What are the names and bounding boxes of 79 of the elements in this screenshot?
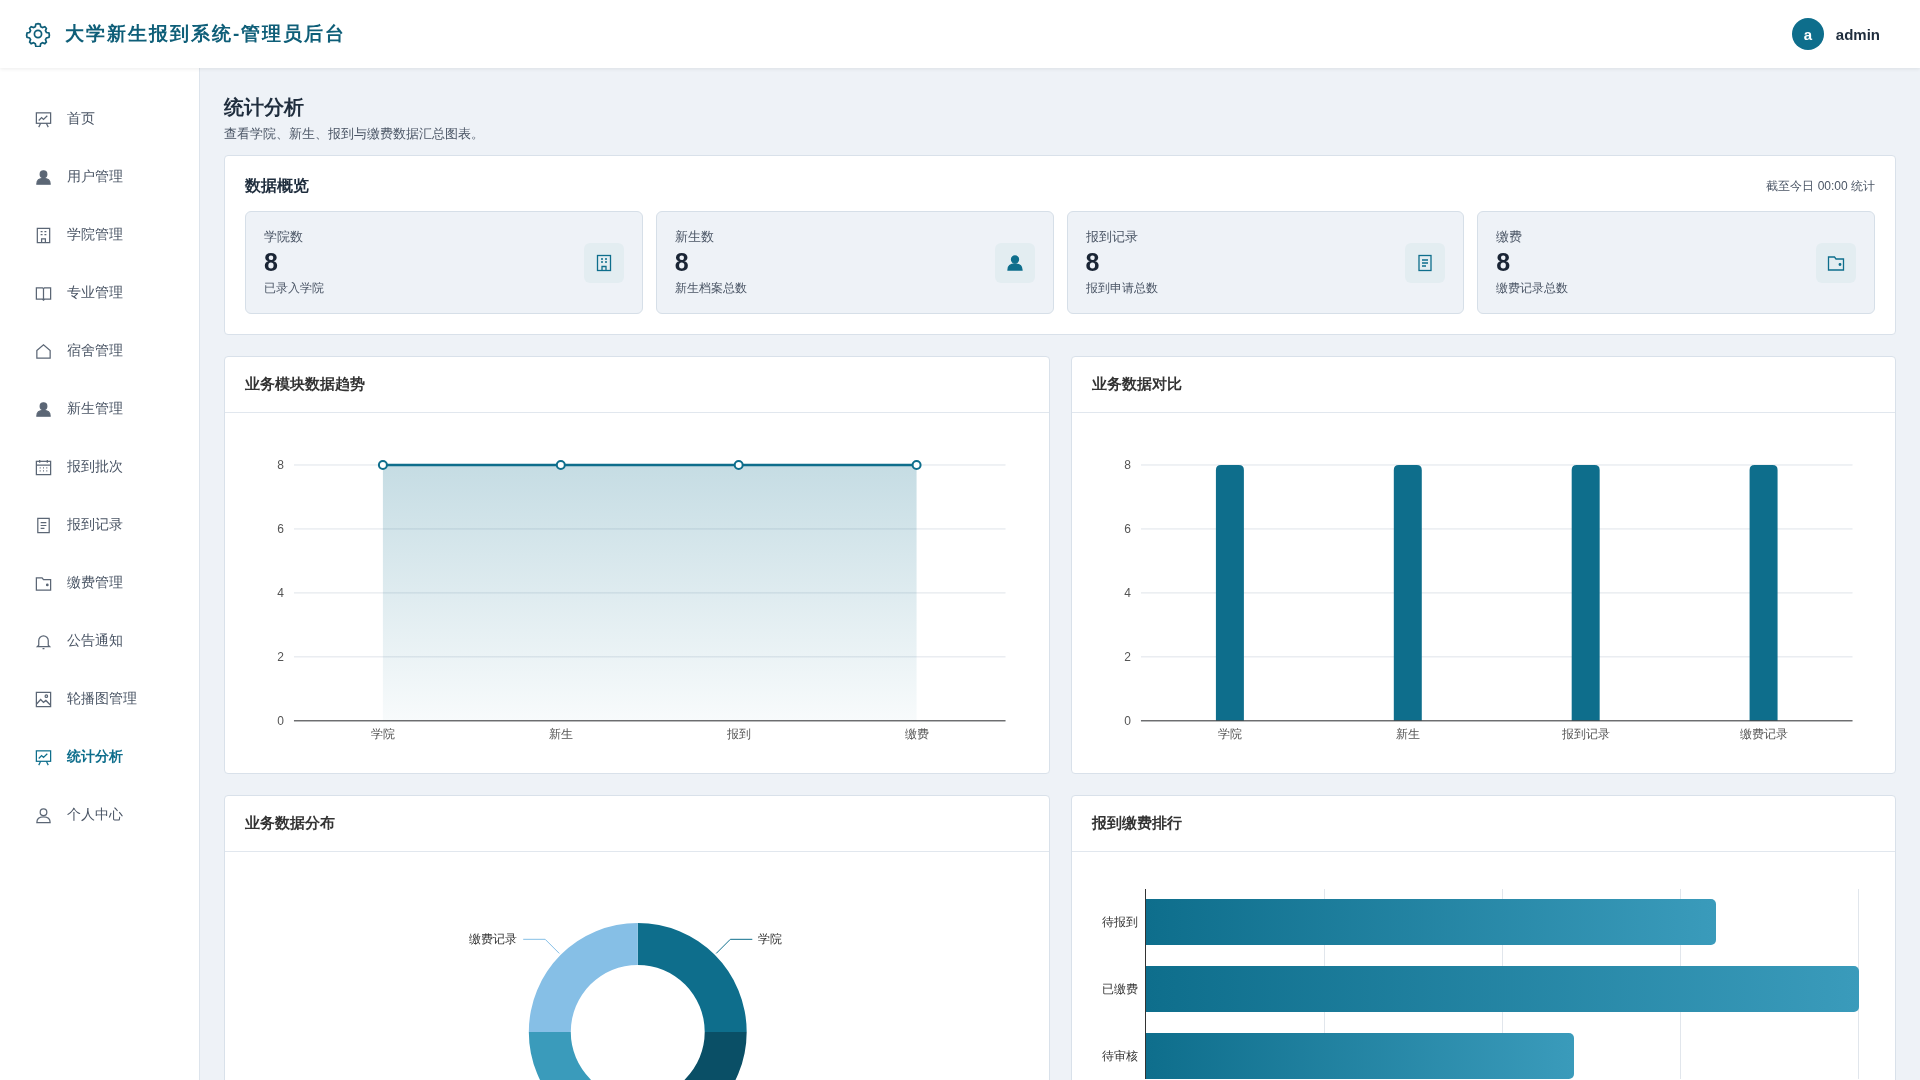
user-avatar[interactable]: a [1791, 18, 1824, 50]
sidebar-item[interactable]: 宿舍管理 [0, 329, 199, 373]
axis-label: 4 [1123, 585, 1131, 600]
sidebar-item[interactable]: 轮播图管理 [0, 677, 199, 721]
sidebar-item[interactable]: 缴费管理 [0, 561, 199, 605]
axis-label: 缴费 [904, 726, 929, 741]
sidebar-item[interactable]: 学院管理 [0, 213, 199, 257]
building-icon [34, 225, 53, 245]
sidebar-item[interactable]: 报到记录 [0, 503, 199, 547]
image-icon [34, 689, 53, 709]
leader-line [522, 938, 560, 954]
presentation-board-icon [34, 109, 53, 129]
sidebar-item[interactable]: 统计分析 [0, 735, 199, 779]
user-outline-icon [34, 805, 53, 825]
sidebar-item[interactable]: 公告通知 [0, 619, 199, 663]
axis-label: 0 [277, 713, 284, 728]
bar-label: 待审核 [1101, 1047, 1138, 1065]
slice-label: 缴费记录 [469, 932, 518, 947]
axis-label: 0 [1123, 713, 1131, 728]
card-title: 业务数据分布 [225, 796, 1049, 852]
data-point [733, 459, 744, 470]
axis-label: 报到 [726, 726, 751, 741]
stat-caption: 新生档案总数 [674, 279, 747, 297]
stat-value: 8 [1085, 249, 1101, 277]
building-icon [583, 242, 624, 283]
document-icon [34, 515, 53, 535]
axis-label: 新生 [548, 726, 573, 741]
axis-label: 2 [1123, 649, 1131, 664]
stat-label: 报到记录 [1085, 228, 1139, 247]
bar-label: 待报到 [1101, 913, 1138, 931]
page-subtitle: 查看学院、新生、报到与缴费数据汇总图表。 [224, 125, 485, 143]
axis-label: 新生 [1395, 726, 1420, 741]
data-point [911, 459, 922, 470]
user-name: admin [1835, 25, 1880, 43]
axis-label: 6 [277, 521, 284, 536]
stat-caption: 缴费记录总数 [1496, 279, 1569, 297]
sidebar-item[interactable]: 首页 [0, 97, 199, 141]
sidebar-item[interactable]: 专业管理 [0, 271, 199, 315]
axis-label: 8 [277, 457, 284, 472]
stat-value: 8 [674, 249, 690, 277]
card-title: 业务数据对比 [1071, 357, 1895, 413]
document-icon [1405, 242, 1446, 283]
card-title: 报到缴费排行 [1071, 796, 1895, 852]
axis-label: 8 [1123, 457, 1131, 472]
stat-caption: 报到申请总数 [1085, 279, 1158, 297]
app-title: 大学新生报到系统-管理员后台 [65, 22, 347, 46]
settings-icon [25, 21, 51, 47]
section-title: 数据概览 [245, 176, 309, 196]
user-icon [34, 399, 53, 419]
user-icon [34, 167, 53, 187]
stat-value: 8 [1496, 249, 1512, 277]
calendar-icon [34, 457, 53, 477]
house-icon [34, 341, 53, 361]
stat-label: 学院数 [264, 228, 304, 247]
axis-label: 6 [1123, 521, 1131, 536]
presentation-board-icon [34, 747, 53, 767]
axis-label: 缴费记录 [1739, 726, 1788, 741]
stat-label: 缴费 [1496, 228, 1524, 247]
axis-label: 学院 [370, 726, 395, 741]
stat-label: 新生数 [674, 228, 715, 247]
axis-label: 报到记录 [1561, 726, 1610, 741]
sidebar-item[interactable]: 新生管理 [0, 387, 199, 431]
stat-value: 8 [264, 249, 279, 277]
sidebar-item[interactable]: 个人中心 [0, 793, 199, 837]
bar-label: 已缴费 [1101, 980, 1138, 998]
user-icon [994, 242, 1035, 283]
axis-label: 4 [277, 585, 284, 600]
data-point [555, 459, 566, 470]
stat-caption: 已录入学院 [264, 279, 324, 297]
leader-line [715, 938, 753, 954]
axis-label: 2 [277, 649, 284, 664]
sidebar-item[interactable]: 报到批次 [0, 445, 199, 489]
page-title: 统计分析 [224, 95, 305, 120]
slice-label: 学院 [758, 932, 783, 947]
sidebar-item[interactable]: 用户管理 [0, 155, 199, 199]
data-point [377, 459, 388, 470]
axis-label: 学院 [1217, 726, 1242, 741]
update-note: 截至今日 00:00 统计 [1766, 178, 1875, 195]
card-title: 业务模块数据趋势 [225, 357, 1049, 413]
